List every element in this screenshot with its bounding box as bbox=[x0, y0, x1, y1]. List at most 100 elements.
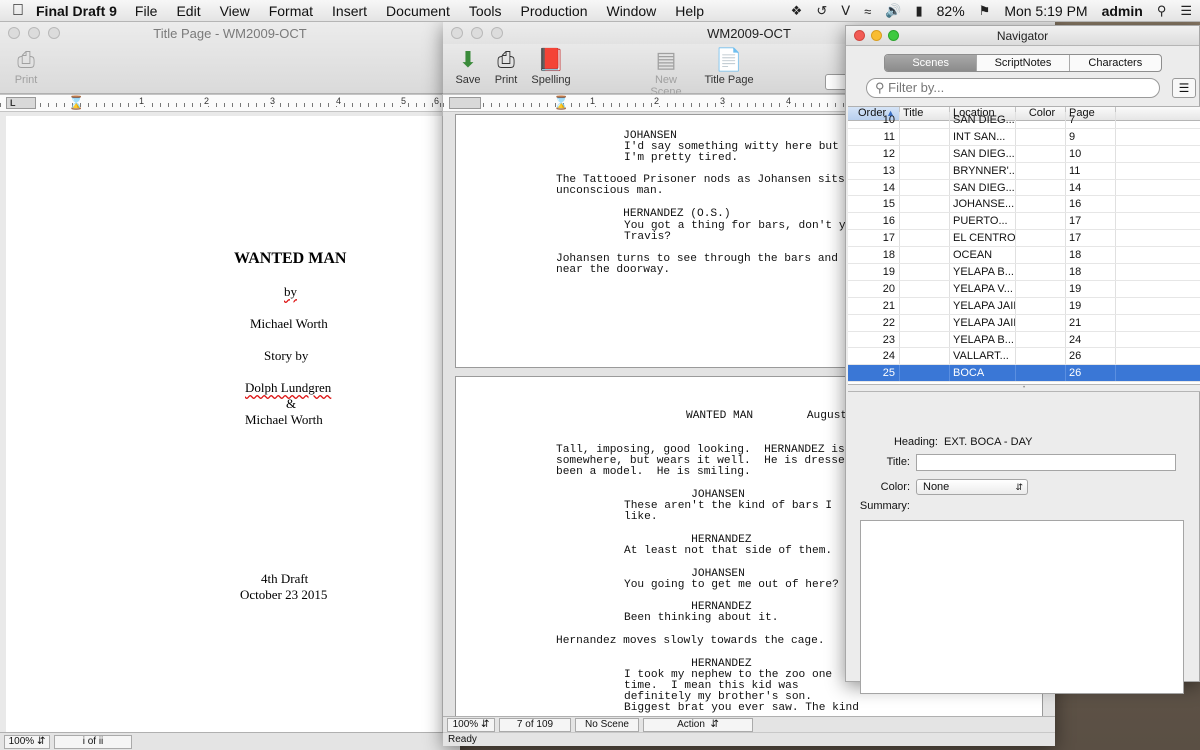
list-icon: ☰ bbox=[1178, 81, 1190, 95]
flag-icon[interactable]: ⚑ bbox=[979, 3, 991, 19]
close-button[interactable] bbox=[8, 27, 20, 39]
zoom-button[interactable] bbox=[888, 30, 899, 41]
cell-page: 17 bbox=[1066, 213, 1116, 230]
cell-title bbox=[900, 247, 950, 264]
table-row[interactable]: 19 YELAPA B... 18 bbox=[848, 264, 1200, 281]
notification-center-icon[interactable]: ☰ bbox=[1180, 3, 1192, 19]
cell-location: JOHANSE... bbox=[950, 196, 1016, 213]
filter-options-button[interactable]: ☰ bbox=[1172, 78, 1196, 98]
apple-menu-icon[interactable]:  bbox=[0, 2, 36, 20]
menu-format[interactable]: Format bbox=[269, 3, 313, 19]
volume-icon[interactable]: 🔊 bbox=[885, 3, 901, 19]
tab-type-selector[interactable] bbox=[449, 97, 481, 109]
app-menu[interactable]: Final Draft 9 bbox=[36, 3, 117, 19]
menu-help[interactable]: Help bbox=[675, 3, 704, 19]
scenes-table[interactable]: Order▲ Title Location Color Page 10 SAN D… bbox=[848, 106, 1200, 384]
table-row[interactable]: 16 PUERTO... 17 bbox=[848, 213, 1200, 231]
zoom-button[interactable] bbox=[491, 27, 503, 39]
minimize-button[interactable] bbox=[871, 30, 882, 41]
tab-type-selector[interactable]: L bbox=[6, 97, 36, 109]
summary-textarea[interactable] bbox=[860, 520, 1184, 694]
cell-location: INT SAN... bbox=[950, 128, 1016, 145]
print-button[interactable]: ⎙ Print bbox=[491, 46, 521, 86]
title-page-document[interactable]: WANTED MAN by Michael Worth Story by Dol… bbox=[6, 116, 442, 750]
menu-edit[interactable]: Edit bbox=[176, 3, 200, 19]
wifi-icon[interactable]: ≈ bbox=[864, 4, 871, 19]
cell-title bbox=[900, 179, 950, 196]
scene-title-field[interactable] bbox=[916, 454, 1176, 471]
filter-input[interactable]: ⚲ Filter by... bbox=[866, 78, 1160, 98]
cell-color bbox=[1016, 112, 1066, 128]
table-row[interactable]: 15 JOHANSE... 16 bbox=[848, 196, 1200, 214]
navigator-titlebar[interactable]: Navigator bbox=[846, 26, 1199, 46]
spelling-book-icon: 📕 bbox=[537, 47, 565, 72]
cell-order: 19 bbox=[848, 264, 900, 280]
zoom-stepper[interactable]: 100% ⇵ bbox=[447, 717, 495, 732]
user-menu[interactable]: admin bbox=[1102, 3, 1143, 19]
clock[interactable]: Mon 5:19 PM bbox=[1004, 3, 1087, 19]
title-page-button[interactable]: 📄 Title Page bbox=[703, 46, 755, 86]
table-row[interactable]: 10 SAN DIEG... 7 bbox=[848, 112, 1200, 129]
title-window-titlebar[interactable]: Title Page - WM2009-OCT bbox=[0, 22, 460, 44]
minimize-button[interactable] bbox=[471, 27, 483, 39]
time-machine-icon[interactable]: ↺ bbox=[816, 3, 827, 19]
minimize-button[interactable] bbox=[28, 27, 40, 39]
bluetooth-icon[interactable]: ᐯ bbox=[841, 3, 850, 19]
menu-insert[interactable]: Insert bbox=[332, 3, 367, 19]
cell-page: 14 bbox=[1066, 179, 1116, 196]
indent-marker-icon[interactable]: ⌛ bbox=[553, 95, 569, 111]
battery-icon[interactable]: ▮ bbox=[915, 3, 922, 19]
table-row[interactable]: 18 OCEAN 18 bbox=[848, 247, 1200, 265]
ruler[interactable]: L ⌛ 1 2 3 4 5 6 bbox=[0, 94, 442, 112]
script-line: unconscious man. bbox=[556, 185, 664, 197]
table-row[interactable]: 13 BRYNNER'... 11 bbox=[848, 162, 1200, 180]
indent-marker-icon[interactable]: ⌛ bbox=[68, 95, 84, 111]
print-button[interactable]: ⎙ Print bbox=[10, 46, 42, 86]
panel-title: Navigator bbox=[996, 28, 1049, 43]
table-row[interactable]: 23 YELAPA B... 24 bbox=[848, 331, 1200, 349]
spelling-button[interactable]: 📕 Spelling bbox=[529, 46, 573, 86]
tab-scriptnotes[interactable]: ScriptNotes bbox=[977, 55, 1070, 71]
tab-characters[interactable]: Characters bbox=[1070, 55, 1161, 71]
scene-detail-form: Heading: EXT. BOCA - DAY Title: Color: N… bbox=[846, 392, 1200, 694]
cell-color bbox=[1016, 196, 1066, 213]
menu-document[interactable]: Document bbox=[386, 3, 450, 19]
element-selector[interactable]: Action ⇵ bbox=[643, 717, 753, 732]
stepper-icon: ⇵ bbox=[480, 719, 490, 730]
dropbox-icon[interactable]: ❖ bbox=[791, 3, 803, 19]
close-button[interactable] bbox=[854, 30, 865, 41]
menu-production[interactable]: Production bbox=[521, 3, 588, 19]
cell-order: 12 bbox=[848, 145, 900, 162]
table-row[interactable]: 12 SAN DIEG... 10 bbox=[848, 145, 1200, 163]
title-window-status-bar: 100% ⇵ i of ii bbox=[0, 732, 460, 750]
menu-tools[interactable]: Tools bbox=[469, 3, 502, 19]
split-handle[interactable]: • bbox=[848, 384, 1200, 392]
color-select[interactable]: None ⇵ bbox=[916, 479, 1028, 495]
spotlight-search-icon[interactable]: ⚲ bbox=[1157, 3, 1167, 19]
table-row[interactable]: 25 BOCA 26 bbox=[848, 365, 1200, 383]
zoom-button[interactable] bbox=[48, 27, 60, 39]
cell-order: 10 bbox=[848, 112, 900, 128]
cell-color bbox=[1016, 213, 1066, 230]
cell-color bbox=[1016, 280, 1066, 297]
menu-window[interactable]: Window bbox=[606, 3, 656, 19]
cell-location: EL CENTRO bbox=[950, 230, 1016, 247]
new-scene-button[interactable]: ▤ New Scene bbox=[639, 46, 693, 98]
tab-scenes[interactable]: Scenes bbox=[885, 55, 978, 71]
menu-view[interactable]: View bbox=[220, 3, 250, 19]
table-row[interactable]: 24 VALLART... 26 bbox=[848, 348, 1200, 366]
save-button[interactable]: ⬇ Save bbox=[453, 46, 483, 86]
table-row[interactable]: 14 SAN DIEG... 14 bbox=[848, 179, 1200, 197]
close-button[interactable] bbox=[451, 27, 463, 39]
cell-page: 9 bbox=[1066, 128, 1116, 145]
zoom-stepper[interactable]: 100% ⇵ bbox=[4, 734, 50, 749]
script-line: Travis? bbox=[624, 231, 671, 243]
table-row[interactable]: 22 YELAPA JAIL 21 bbox=[848, 314, 1200, 332]
table-row[interactable]: 20 YELAPA V... 19 bbox=[848, 280, 1200, 298]
menu-file[interactable]: File bbox=[135, 3, 158, 19]
table-row[interactable]: 11 INT SAN... 9 bbox=[848, 128, 1200, 146]
table-row[interactable]: 17 EL CENTRO 17 bbox=[848, 230, 1200, 248]
cell-order: 17 bbox=[848, 230, 900, 247]
script-line: been a model. He is smiling. bbox=[556, 466, 751, 478]
table-row[interactable]: 21 YELAPA JAIL 19 bbox=[848, 297, 1200, 315]
